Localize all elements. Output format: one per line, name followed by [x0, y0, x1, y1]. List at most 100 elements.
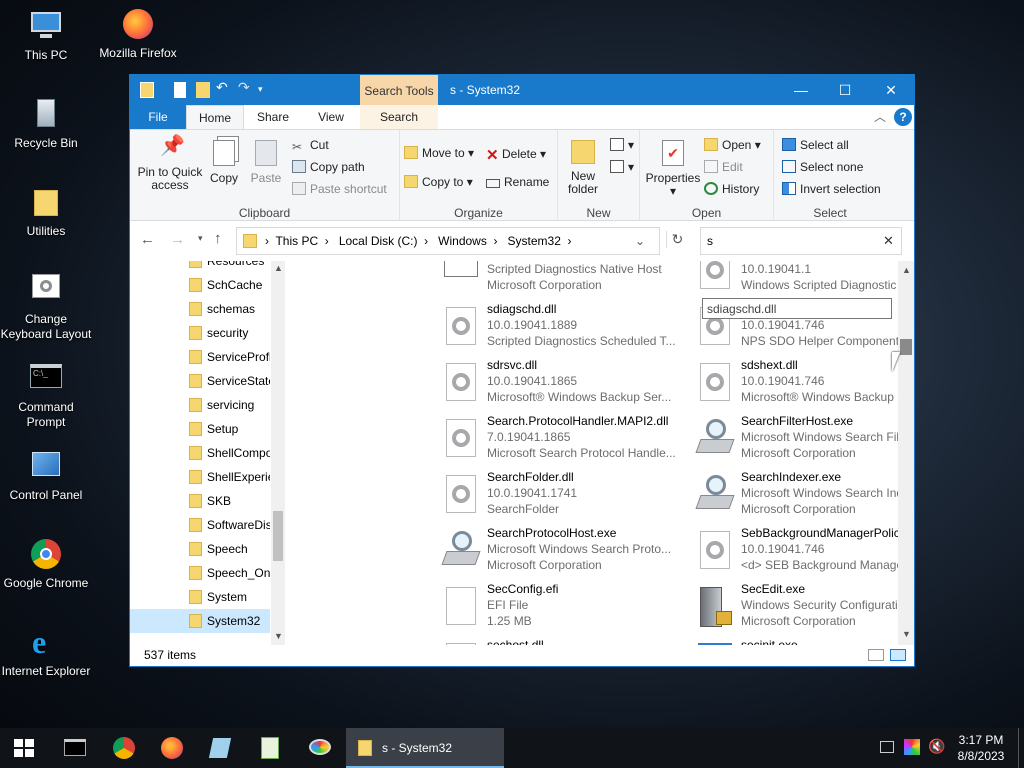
- copy-button[interactable]: Copy: [206, 140, 242, 185]
- cut-button[interactable]: ✂ Cut: [292, 138, 329, 154]
- taskbar-firefox[interactable]: [148, 728, 196, 768]
- file-tile[interactable]: SecEdit.exe Windows Security Configuratio…: [690, 581, 914, 637]
- tray-network-icon[interactable]: [880, 741, 894, 753]
- nav-item[interactable]: Setup: [130, 417, 270, 441]
- nav-item[interactable]: SKB: [130, 489, 270, 513]
- undo-icon[interactable]: ↶: [216, 79, 230, 95]
- scroll-down-arrow[interactable]: ▼: [274, 631, 283, 641]
- help-icon[interactable]: ?: [894, 108, 912, 126]
- nav-item[interactable]: Resources: [130, 261, 270, 273]
- properties-button[interactable]: ✔ Properties ▾: [644, 140, 702, 198]
- nav-item[interactable]: servicing: [130, 393, 270, 417]
- taskbar-paint[interactable]: [296, 728, 344, 768]
- scroll-up-arrow[interactable]: ▲: [274, 263, 283, 273]
- nav-item[interactable]: SoftwareDis: [130, 513, 270, 537]
- address-bar[interactable]: › This PC › Local Disk (C:) › Windows › …: [236, 227, 660, 255]
- paste-button[interactable]: Paste: [248, 140, 284, 185]
- start-button[interactable]: [0, 728, 48, 768]
- tab-view[interactable]: View: [302, 105, 360, 129]
- nav-item[interactable]: security: [130, 321, 270, 345]
- nav-scroll-thumb[interactable]: [273, 511, 283, 561]
- show-desktop-button[interactable]: [1018, 728, 1024, 768]
- select-none-button[interactable]: Select none: [782, 160, 863, 174]
- collapse-ribbon-icon[interactable]: ︿: [870, 105, 890, 129]
- content-scrollbar[interactable]: ▲ ▼: [898, 261, 914, 645]
- tab-search[interactable]: Search: [360, 105, 438, 129]
- breadcrumb-local-disk[interactable]: Local Disk (C:): [339, 234, 418, 248]
- file-tile[interactable]: SebBackgroundManagerPolicy.dll 10.0.19041…: [690, 525, 914, 581]
- details-view-icon[interactable]: [868, 649, 884, 661]
- breadcrumb-system32[interactable]: System32: [508, 234, 561, 248]
- file-tile[interactable]: sdiagschd.dll 10.0.19041.1889 Scripted Dia…: [436, 301, 686, 357]
- new-folder-button[interactable]: New folder: [562, 140, 604, 196]
- search-box[interactable]: s ✕: [700, 227, 902, 255]
- redo-icon[interactable]: ↷: [238, 79, 252, 95]
- nav-item[interactable]: ShellCompo: [130, 441, 270, 465]
- file-tile[interactable]: SearchFolder.dll 10.0.19041.1741 SearchFol…: [436, 469, 686, 525]
- desktop-icon-command-prompt[interactable]: C:\_ Command Prompt: [0, 360, 92, 430]
- desktop-icon-keyboard-layout[interactable]: Change Keyboard Layout: [0, 272, 92, 342]
- nav-item[interactable]: SchCache: [130, 273, 270, 297]
- taskbar-notepad[interactable]: [196, 728, 244, 768]
- file-tile[interactable]: SearchProtocolHost.exe Microsoft Windows …: [436, 525, 686, 581]
- tab-home[interactable]: Home: [186, 105, 244, 129]
- desktop-icon-recycle-bin[interactable]: Recycle Bin: [0, 96, 92, 151]
- scroll-down-arrow[interactable]: ▼: [902, 629, 911, 639]
- nav-item[interactable]: ShellExperie: [130, 465, 270, 489]
- refresh-button[interactable]: ↻: [666, 231, 688, 248]
- taskbar-active-window[interactable]: s - System32: [346, 728, 504, 768]
- properties-quick-icon[interactable]: [174, 82, 186, 98]
- edit-button[interactable]: Edit: [704, 160, 743, 174]
- desktop-icon-internet-explorer[interactable]: e Internet Explorer: [0, 624, 92, 679]
- nav-item[interactable]: ServiceState: [130, 369, 270, 393]
- clock[interactable]: 3:17 PM 8/8/2023: [948, 732, 1014, 764]
- rename-button[interactable]: Rename: [486, 175, 549, 189]
- file-tile[interactable]: secinit.exe: [690, 637, 914, 645]
- large-icons-view-icon[interactable]: [890, 649, 906, 661]
- breadcrumb-windows[interactable]: Windows: [438, 234, 487, 248]
- minimize-button[interactable]: —: [778, 75, 824, 105]
- nav-item[interactable]: System32: [130, 609, 270, 633]
- desktop-icon-firefox[interactable]: Mozilla Firefox: [92, 6, 184, 61]
- tab-file[interactable]: File: [130, 105, 186, 129]
- nav-item[interactable]: System: [130, 585, 270, 609]
- up-button[interactable]: ↑: [214, 230, 222, 247]
- breadcrumb-this-pc[interactable]: This PC: [275, 234, 318, 248]
- nav-item[interactable]: schemas: [130, 297, 270, 321]
- back-button[interactable]: ←: [140, 231, 155, 248]
- history-button[interactable]: History: [704, 182, 759, 196]
- file-tile[interactable]: SecConfig.efi EFI File 1.25 MB: [436, 581, 686, 637]
- file-tile[interactable]: sdshext.dll 10.0.19041.746 Microsoft® Wind…: [690, 357, 914, 413]
- open-button[interactable]: Open ▾: [704, 138, 761, 152]
- nav-item[interactable]: Speech: [130, 537, 270, 561]
- file-tile[interactable]: Search.ProtocolHandler.MAPI2.dll 7.0.1904…: [436, 413, 686, 469]
- tab-share[interactable]: Share: [244, 105, 302, 129]
- new-item-button[interactable]: ▾: [610, 138, 634, 152]
- search-input[interactable]: s: [707, 234, 713, 248]
- nav-item[interactable]: Speech_One: [130, 561, 270, 585]
- file-tile[interactable]: 10.0.19041.1 Windows Scripted Diagnostic …: [690, 261, 914, 301]
- easy-access-button[interactable]: ▾: [610, 160, 634, 174]
- file-tile[interactable]: sechost.dll: [436, 637, 686, 645]
- invert-selection-button[interactable]: Invert selection: [782, 182, 881, 196]
- clear-search-icon[interactable]: ✕: [883, 233, 894, 249]
- desktop-icon-this-pc[interactable]: This PC: [0, 8, 92, 63]
- tray-color-icon[interactable]: [904, 739, 920, 755]
- close-button[interactable]: ✕: [868, 75, 914, 105]
- delete-button[interactable]: ✕ Delete ▾: [486, 146, 546, 164]
- forward-button[interactable]: →: [170, 231, 185, 248]
- tray-volume-muted-icon[interactable]: 🔇: [928, 738, 945, 755]
- pin-to-quick-access-button[interactable]: 📌 Pin to Quick access: [136, 136, 204, 192]
- breadcrumb-separator[interactable]: ›: [265, 234, 269, 248]
- copy-to-button[interactable]: Copy to ▾: [404, 175, 473, 189]
- customize-quick-access-icon[interactable]: ▾: [258, 84, 272, 100]
- recent-locations-button[interactable]: ▾: [198, 233, 203, 244]
- address-dropdown-icon[interactable]: ⌄: [635, 234, 645, 248]
- taskbar-spreadsheet[interactable]: [246, 728, 294, 768]
- nav-scrollbar[interactable]: ▲ ▼: [271, 261, 285, 645]
- taskbar-chrome[interactable]: [100, 728, 148, 768]
- search-tools-context-tab[interactable]: Search Tools: [360, 75, 438, 105]
- move-to-button[interactable]: Move to ▾: [404, 146, 474, 160]
- scroll-up-arrow[interactable]: ▲: [902, 265, 911, 275]
- desktop-icon-control-panel[interactable]: Control Panel: [0, 448, 92, 503]
